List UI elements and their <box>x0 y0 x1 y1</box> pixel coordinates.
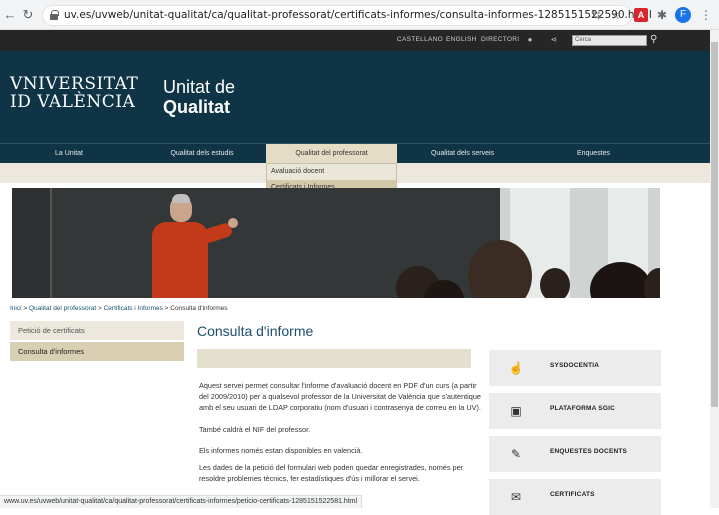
dropdown-avaluacio-docent[interactable]: Avaluació docent <box>267 164 396 180</box>
survey-icon: ✎ <box>510 447 522 461</box>
nav-enquestes[interactable]: Enquestes <box>528 144 659 164</box>
certificate-icon: ✉ <box>510 490 522 504</box>
pdf-extension-icon[interactable]: A <box>634 8 648 22</box>
breadcrumb: Inici > Qualitat del professorat > Certi… <box>10 305 228 312</box>
nav-la-unitat[interactable]: La Unitat <box>0 144 138 164</box>
intro-paragraph: Aquest servei permet consultar l'informe… <box>199 381 481 412</box>
sidenav-consulta-informes[interactable]: Consulta d'informes <box>10 342 184 361</box>
page-title: Consulta d'informe <box>197 323 314 339</box>
blackboard <box>52 188 537 298</box>
browser-toolbar: ← ↻ uv.es/uvweb/unitat-qualitat/ca/quali… <box>0 0 719 30</box>
breadcrumb-qualitat-professorat[interactable]: Qualitat del professorat <box>29 305 96 312</box>
main-content: Consulta d'informe Aquest servei permet … <box>197 321 483 483</box>
status-bar: www.uv.es/uvweb/unitat-qualitat/ca/quali… <box>0 495 363 508</box>
reload-icon[interactable]: ↻ <box>20 7 36 23</box>
search-input[interactable]: Cerca <box>572 35 647 46</box>
breadcrumb-current: Consulta d'informes <box>170 305 228 312</box>
link-plataforma-sgic[interactable]: ▣ PLATAFORMA SGIC <box>489 393 661 429</box>
privacy-note: Les dades de la petició del formulari we… <box>199 463 464 483</box>
user-icon[interactable]: ● <box>525 35 535 45</box>
student-head <box>540 268 570 298</box>
nav-qualitat-professorat[interactable]: Qualitat del professorat <box>266 144 397 164</box>
directori-link[interactable]: DIRECTORI <box>481 36 519 43</box>
lang-castellano-link[interactable]: CASTELLANO <box>397 36 443 43</box>
site-header: VNIVERSITAT ID VALÈNCIA Unitat de Qualit… <box>0 51 710 143</box>
bookmark-star-icon[interactable]: ☆ <box>608 7 624 23</box>
profile-avatar[interactable]: F <box>675 7 691 23</box>
teacher-figure <box>152 222 208 298</box>
sidenav-peticio-certificats[interactable]: Petició de certificats <box>10 321 184 340</box>
language-note: Els informes només estan disponibles en … <box>199 446 363 455</box>
share-icon[interactable]: ⋖ <box>549 35 559 45</box>
breadcrumb-certificats-informes[interactable]: Certificats i Informes <box>104 305 163 312</box>
back-icon[interactable]: ← <box>2 7 18 23</box>
hero-image <box>12 188 660 298</box>
link-sysdocentia[interactable]: ☝ SYSDOCENTIA <box>489 350 661 386</box>
link-certificats[interactable]: ✉ CERTIFICATS <box>489 479 661 515</box>
extensions-puzzle-icon[interactable]: ✱ <box>654 7 670 23</box>
unit-title[interactable]: Unitat de Qualitat <box>163 77 235 117</box>
address-bar[interactable]: uv.es/uvweb/unitat-qualitat/ca/qualitat-… <box>42 5 652 26</box>
page-scrollbar[interactable] <box>710 30 719 508</box>
scrollbar-thumb[interactable] <box>711 42 718 407</box>
side-navigation: Petició de certificats Consulta d'inform… <box>10 321 184 363</box>
utility-bar: CASTELLANO ENGLISH DIRECTORI ● ⋖ Cerca ⚲ <box>0 30 710 51</box>
university-logo[interactable]: VNIVERSITAT ID VALÈNCIA <box>10 75 138 111</box>
nif-note: També caldrà el NIF del professor. <box>199 425 311 434</box>
nav-qualitat-estudis[interactable]: Qualitat dels estudis <box>138 144 266 164</box>
menu-kebab-icon[interactable]: ⋮ <box>698 7 714 23</box>
content-banner <box>197 349 471 368</box>
breadcrumb-inici[interactable]: Inici <box>10 305 22 312</box>
monitor-hand-icon: ▣ <box>510 404 522 418</box>
clipboard-touch-icon: ☝ <box>508 361 524 375</box>
address-url[interactable]: uv.es/uvweb/unitat-qualitat/ca/qualitat-… <box>64 9 652 21</box>
search-icon[interactable]: ⚲ <box>650 34 662 46</box>
main-navigation: La Unitat Qualitat dels estudis Qualitat… <box>0 143 710 164</box>
nav-qualitat-serveis[interactable]: Qualitat dels serveis <box>397 144 528 164</box>
translate-icon[interactable]: ⇆ <box>588 7 604 23</box>
link-enquestes-docents[interactable]: ✎ ENQUESTES DOCENTS <box>489 436 661 472</box>
lock-icon <box>50 10 59 20</box>
lang-english-link[interactable]: ENGLISH <box>446 36 477 43</box>
